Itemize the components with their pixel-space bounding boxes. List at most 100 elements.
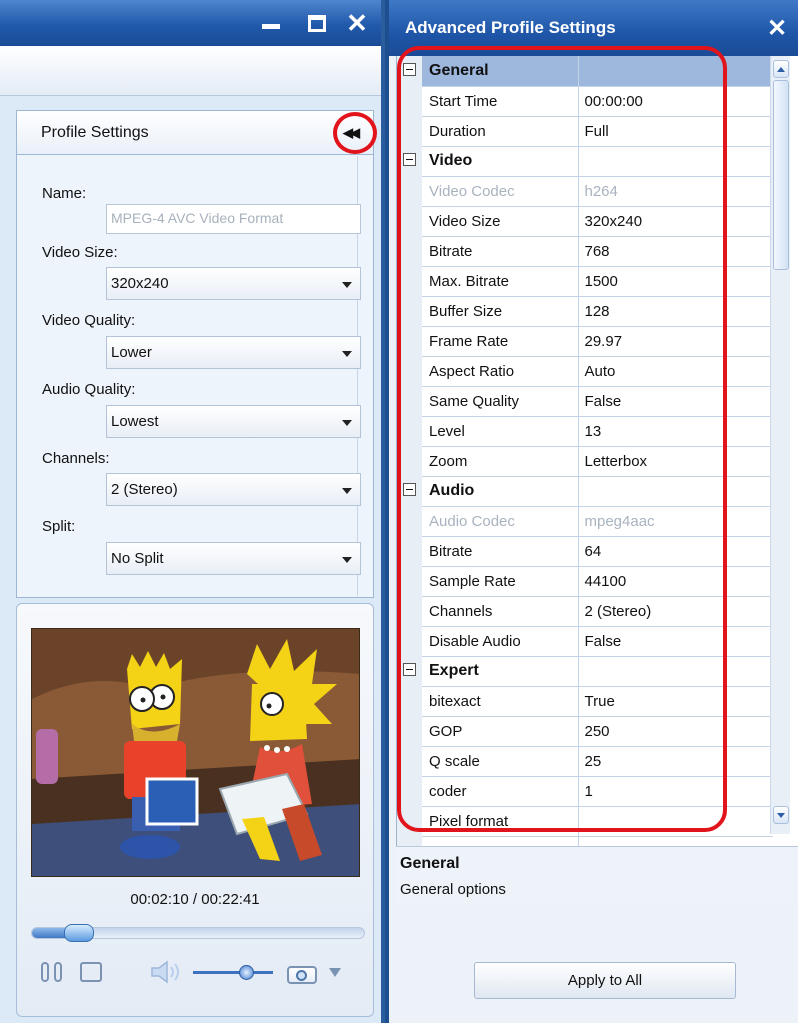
- apply-to-all-button[interactable]: Apply to All: [474, 962, 736, 999]
- property-value[interactable]: 768: [578, 236, 773, 267]
- row-gutter: [397, 446, 422, 476]
- property-row[interactable]: Duration Full: [397, 116, 773, 147]
- property-row[interactable]: Disable Audio False: [397, 626, 773, 657]
- channels-select[interactable]: 2 (Stereo): [106, 473, 361, 506]
- property-row[interactable]: Aspect Ratio Auto: [397, 356, 773, 387]
- property-value[interactable]: Letterbox: [578, 446, 773, 477]
- scroll-thumb[interactable]: [773, 80, 789, 270]
- close-button[interactable]: ✕: [767, 14, 787, 43]
- property-row[interactable]: Channels 2 (Stereo): [397, 596, 773, 627]
- pause-button[interactable]: [41, 960, 65, 984]
- audio-quality-select[interactable]: Lowest: [106, 405, 361, 438]
- property-value[interactable]: 64: [578, 536, 773, 567]
- property-row[interactable]: Start Time 00:00:00: [397, 86, 773, 117]
- video-quality-value: Lower: [111, 344, 152, 361]
- property-row[interactable]: Video Codec h264: [397, 176, 773, 207]
- property-name: Bitrate: [422, 536, 579, 567]
- property-value[interactable]: 29.97: [578, 326, 773, 357]
- expander-cell[interactable]: [397, 656, 422, 686]
- snapshot-options-button[interactable]: [329, 960, 343, 984]
- property-row[interactable]: Max. Bitrate 1500: [397, 266, 773, 297]
- property-row[interactable]: Pixel format: [397, 806, 773, 837]
- split-select[interactable]: No Split: [106, 542, 361, 575]
- property-name: Channels: [422, 596, 579, 627]
- playback-timecode: 00:02:10 / 00:22:41: [130, 891, 260, 908]
- split-label: Split:: [42, 518, 76, 535]
- property-row[interactable]: Audio Codec mpeg4aac: [397, 506, 773, 537]
- video-size-select[interactable]: 320x240: [106, 267, 361, 300]
- property-value[interactable]: 1500: [578, 266, 773, 297]
- category-row[interactable]: Expert: [397, 656, 773, 687]
- property-value[interactable]: False: [578, 626, 773, 657]
- volume-slider[interactable]: [193, 960, 273, 984]
- property-name: Audio Codec: [422, 506, 579, 537]
- property-row[interactable]: Video Size 320x240: [397, 206, 773, 237]
- scroll-up-button[interactable]: [773, 60, 789, 78]
- collapse-minus-icon[interactable]: [403, 152, 416, 166]
- scroll-down-button[interactable]: [773, 806, 789, 824]
- category-value-cell: [578, 476, 773, 507]
- property-value[interactable]: 00:00:00: [578, 86, 773, 117]
- property-name: Level: [422, 416, 579, 447]
- profile-name-field[interactable]: MPEG-4 AVC Video Format: [106, 204, 361, 234]
- property-row[interactable]: [397, 836, 773, 846]
- stop-button[interactable]: [80, 960, 102, 984]
- close-button[interactable]: ✕: [344, 10, 370, 36]
- category-row[interactable]: Video: [397, 146, 773, 177]
- expander-cell[interactable]: [397, 476, 422, 506]
- property-table: General Start Time 00:00:00 Duration Full Vid…: [397, 56, 773, 846]
- property-value[interactable]: 128: [578, 296, 773, 327]
- expander-cell[interactable]: [397, 146, 422, 176]
- property-value[interactable]: 1: [578, 776, 773, 807]
- minimize-button[interactable]: [258, 10, 284, 36]
- property-row[interactable]: Level 13: [397, 416, 773, 447]
- property-value[interactable]: 2 (Stereo): [578, 596, 773, 627]
- property-value[interactable]: False: [578, 386, 773, 417]
- property-name: Duration: [422, 116, 579, 147]
- video-quality-select[interactable]: Lower: [106, 336, 361, 369]
- property-row[interactable]: Frame Rate 29.97: [397, 326, 773, 357]
- row-gutter: [397, 236, 422, 266]
- property-row[interactable]: GOP 250: [397, 716, 773, 747]
- advanced-profile-settings-window: Advanced Profile Settings ✕ General Start…: [389, 0, 798, 1023]
- maximize-button[interactable]: [304, 10, 330, 36]
- property-value[interactable]: Full: [578, 116, 773, 147]
- property-row[interactable]: Same Quality False: [397, 386, 773, 417]
- seek-bar[interactable]: [31, 924, 365, 942]
- property-value[interactable]: 13: [578, 416, 773, 447]
- property-row[interactable]: Sample Rate 44100: [397, 566, 773, 597]
- property-row[interactable]: bitexact True: [397, 686, 773, 717]
- property-value[interactable]: 44100: [578, 566, 773, 597]
- collapse-minus-icon[interactable]: [403, 482, 416, 496]
- seek-handle[interactable]: [64, 924, 94, 942]
- audio-quality-label: Audio Quality:: [42, 381, 136, 398]
- main-window-titlebar[interactable]: ✕: [0, 0, 381, 46]
- category-row[interactable]: General: [397, 56, 773, 87]
- chevron-down-icon: [342, 351, 352, 357]
- property-value[interactable]: [578, 806, 773, 837]
- volume-button[interactable]: [150, 960, 184, 984]
- row-gutter: [397, 296, 422, 326]
- property-row[interactable]: Zoom Letterbox: [397, 446, 773, 477]
- collapse-minus-icon[interactable]: [403, 662, 416, 676]
- property-value: h264: [578, 176, 773, 207]
- category-row[interactable]: Audio: [397, 476, 773, 507]
- property-value[interactable]: 320x240: [578, 206, 773, 237]
- property-row[interactable]: Bitrate 64: [397, 536, 773, 567]
- collapse-minus-icon[interactable]: [403, 62, 416, 76]
- property-row[interactable]: Q scale 25: [397, 746, 773, 777]
- volume-knob[interactable]: [239, 965, 254, 980]
- advanced-settings-titlebar[interactable]: Advanced Profile Settings ✕: [389, 0, 798, 56]
- property-row[interactable]: Buffer Size 128: [397, 296, 773, 327]
- row-gutter: [397, 806, 422, 836]
- snapshot-button[interactable]: [285, 960, 321, 984]
- row-gutter: [397, 506, 422, 536]
- property-value[interactable]: True: [578, 686, 773, 717]
- property-value[interactable]: 250: [578, 716, 773, 747]
- property-value[interactable]: 25: [578, 746, 773, 777]
- property-row[interactable]: coder 1: [397, 776, 773, 807]
- property-row[interactable]: Bitrate 768: [397, 236, 773, 267]
- expander-cell[interactable]: [397, 56, 422, 86]
- property-value[interactable]: Auto: [578, 356, 773, 387]
- vertical-scrollbar[interactable]: [770, 56, 790, 834]
